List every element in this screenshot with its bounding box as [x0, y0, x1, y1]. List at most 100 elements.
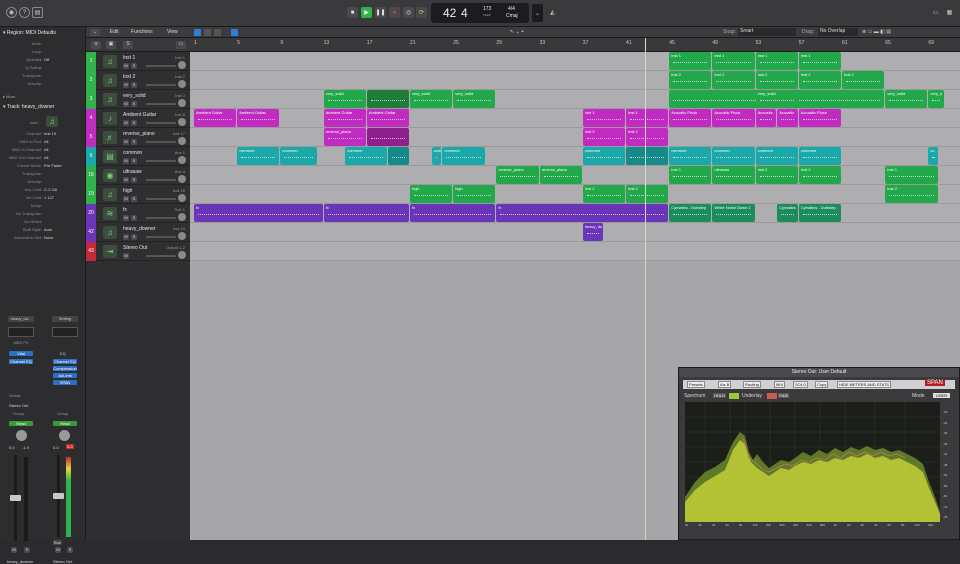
track-param[interactable]: Staff Style: Auto [0, 227, 84, 233]
track-lane[interactable] [190, 128, 960, 147]
eq-plugin-left[interactable]: Channel EQ [9, 359, 33, 364]
track-param[interactable]: MIDI Out Channel: All [0, 155, 84, 161]
track-name[interactable]: Inst 2 [123, 74, 135, 80]
volume-slider[interactable] [146, 198, 176, 200]
global-tracks-icon[interactable]: ▭ [176, 41, 186, 49]
pan-knob[interactable] [178, 118, 186, 126]
pan-knob[interactable] [178, 156, 186, 164]
track-param[interactable]: Velocity: [0, 179, 84, 185]
region[interactable]: Inst 2 [582, 128, 625, 146]
track-lane[interactable] [190, 52, 960, 71]
region[interactable]: Inst 1 [798, 52, 841, 70]
region[interactable]: White Noise Down 1 [712, 204, 755, 222]
mute-left[interactable]: M [11, 547, 17, 553]
region[interactable]: Inst 1 [712, 52, 755, 70]
mute-button[interactable]: M [123, 215, 129, 221]
region[interactable]: fx [194, 204, 323, 222]
menu-view[interactable]: View [167, 29, 178, 35]
solo-button[interactable]: S [131, 158, 137, 164]
track-header[interactable]: 2 ♫ Inst 2 Inst 2 MS [86, 71, 190, 90]
region[interactable] [388, 147, 409, 165]
region[interactable]: common [582, 147, 625, 165]
inspector-icon[interactable]: ▤ [32, 7, 43, 18]
region[interactable]: fx [410, 204, 496, 222]
solo-button[interactable]: S [131, 139, 137, 145]
pan-knob-right[interactable] [59, 430, 70, 441]
track-name[interactable]: very_solid [123, 93, 146, 99]
region[interactable]: Cymatics [777, 204, 798, 222]
side-button[interactable]: SIDE [778, 393, 790, 398]
volume-slider[interactable] [146, 179, 176, 181]
mute-button[interactable]: M [123, 177, 129, 183]
volume-slider[interactable] [146, 122, 176, 124]
region[interactable]: fx [496, 204, 669, 222]
region[interactable]: Inst 2 [626, 185, 669, 203]
plugin-adlimit[interactable]: AdLimit [53, 373, 77, 378]
track-param[interactable]: No Reset: [0, 219, 84, 225]
drag-select[interactable]: No Overlap [818, 28, 858, 36]
pan-knob[interactable] [178, 61, 186, 69]
track-header[interactable]: 5 ♬ reverse_piano Inst 17 M S [86, 128, 190, 147]
underlay-swatch[interactable] [767, 393, 777, 399]
region[interactable] [366, 128, 409, 146]
region[interactable] [366, 90, 409, 108]
track-param[interactable]: Channel: Inst 19 [0, 131, 84, 137]
plugin-channel-eq[interactable]: Channel EQ [53, 359, 77, 364]
region[interactable]: high [453, 185, 496, 203]
track-param[interactable]: Delay: [0, 203, 84, 209]
track-name[interactable]: high [123, 188, 132, 194]
region[interactable]: Inst 1 [626, 109, 669, 127]
track-header[interactable]: 1 ♫ Inst 1 Inst 1 MS [86, 52, 190, 71]
mode-select[interactable]: USER [933, 393, 951, 398]
solo-button[interactable]: S [131, 177, 137, 183]
track-lane[interactable] [190, 242, 960, 261]
region[interactable]: Acoustic Pluck [712, 109, 755, 127]
region[interactable]: Inst 2 [669, 71, 712, 89]
region[interactable]: Ambient Guitar [366, 109, 409, 127]
solo-right[interactable]: S [67, 547, 73, 553]
bar-ruler[interactable]: 1 5 9 13 17 21 25 29 33 37 41 45 49 53 57 61 65 69 [190, 38, 960, 52]
track-param[interactable]: No Transpose: [0, 211, 84, 217]
region[interactable]: Ambient Guitar [237, 109, 280, 127]
pan-knob[interactable] [178, 99, 186, 107]
region[interactable]: Cymatics - Dubstep [798, 204, 841, 222]
region[interactable]: very_solid [755, 90, 798, 108]
volume-slider[interactable] [146, 65, 176, 67]
eq-thumb-right[interactable] [52, 327, 78, 337]
region-param[interactable]: Transpose: [0, 73, 84, 79]
track-lane[interactable] [190, 185, 960, 204]
plugin-span[interactable]: SPAN [53, 380, 77, 385]
mute-right[interactable]: M [55, 547, 61, 553]
track-header[interactable]: 20 ≋ fx Sub 1 MS [86, 204, 190, 223]
region-param[interactable]: Loop: [0, 49, 84, 55]
pan-knob[interactable] [178, 251, 186, 259]
region[interactable]: Inst 2 [798, 71, 841, 89]
region[interactable]: common [798, 147, 841, 165]
region-param[interactable]: Velocity: [0, 81, 84, 87]
browser-icon[interactable]: ▦ [944, 7, 955, 18]
solo-left[interactable]: S [24, 547, 30, 553]
pan-knob[interactable] [178, 137, 186, 145]
region[interactable]: common [345, 147, 388, 165]
fader-right[interactable] [53, 493, 64, 499]
stop-button[interactable]: ■ [347, 7, 358, 18]
region[interactable]: Acoustic Pluck [669, 109, 712, 127]
track-param[interactable]: MIDI In Channel: All [0, 147, 84, 153]
region[interactable]: Inst 2 [712, 71, 755, 89]
group-left[interactable]: Group [13, 411, 24, 416]
region[interactable]: common [280, 147, 318, 165]
volume-slider[interactable] [146, 160, 176, 162]
track-header[interactable]: 3 ♫ very_solid Inst 3 MS [86, 90, 190, 109]
region[interactable]: Inst 1 [755, 52, 798, 70]
span-toolbar-item[interactable]: HIDE METERS AND STATS [837, 381, 892, 388]
group-right[interactable]: Group [57, 411, 68, 416]
mute-button[interactable]: M [123, 82, 129, 88]
region[interactable]: very_solid [453, 90, 496, 108]
automation-right[interactable]: Read [53, 421, 77, 426]
track-param[interactable]: Freeze Mode: Pre Fader [0, 163, 84, 169]
track-header[interactable]: 19 ♫ high Inst 16 M S [86, 185, 190, 204]
solo-button[interactable]: S [131, 82, 137, 88]
track-lane[interactable] [190, 109, 960, 128]
play-button[interactable]: ▶ [361, 7, 372, 18]
volume-slider[interactable] [146, 255, 176, 257]
